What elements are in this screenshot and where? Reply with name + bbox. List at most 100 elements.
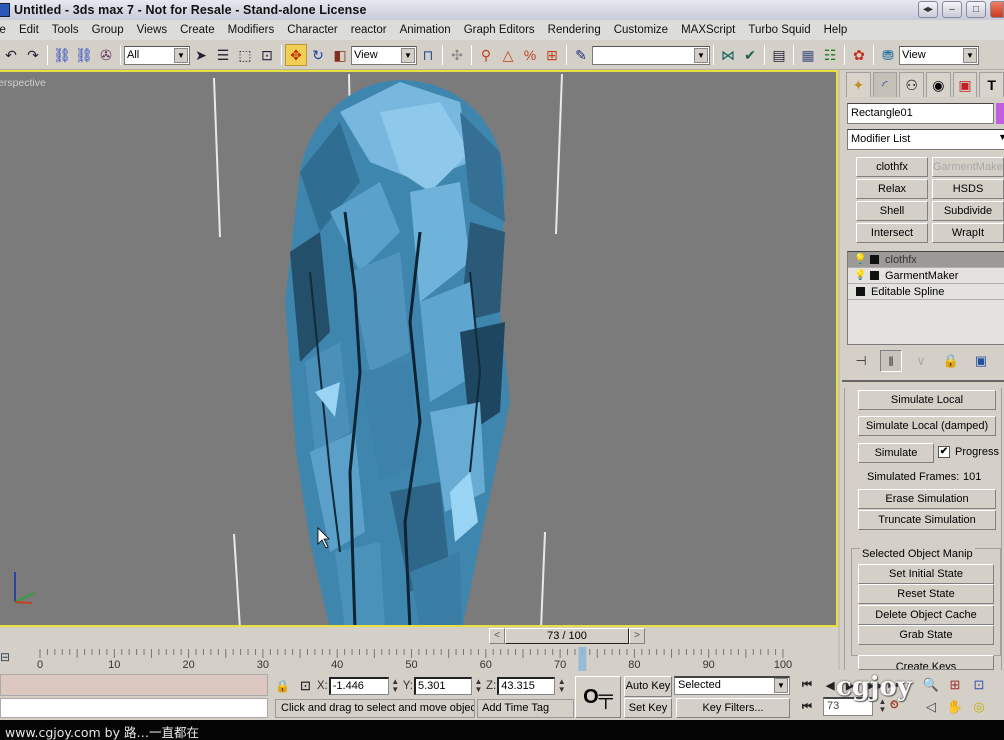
delete-object-cache-button[interactable]: Delete Object Cache <box>858 605 994 625</box>
menu-graph-editors[interactable]: Graph Editors <box>457 24 541 36</box>
progress-checkbox[interactable]: ✔ <box>938 446 950 458</box>
hsds-button[interactable]: HSDS <box>932 179 1004 199</box>
menu-create[interactable]: Create <box>174 24 222 36</box>
lightbulb-icon[interactable]: 💡 <box>854 270 866 281</box>
select-and-rotate-icon[interactable]: ↻ <box>307 44 329 66</box>
remove-modifier-icon[interactable]: 🔒 <box>940 350 962 372</box>
named-selection-dropdown[interactable]: ▼ <box>592 45 710 65</box>
redo-icon[interactable]: ↷ <box>22 44 44 66</box>
unlink-icon[interactable]: ⛓ <box>73 44 95 66</box>
modifier-list-dropdown[interactable]: Modifier List ▼ <box>847 129 1004 150</box>
utilities-tab-icon[interactable]: T <box>979 72 1004 97</box>
create-tab-icon[interactable]: ✦ <box>846 72 871 97</box>
pan-icon[interactable]: ✋ <box>946 698 964 716</box>
set-initial-state-button[interactable]: Set Initial State <box>858 564 994 584</box>
maxscript-listener-input[interactable] <box>0 674 268 696</box>
add-time-tag-button[interactable]: Add Time Tag <box>477 699 574 718</box>
snap-toggle-icon[interactable]: ⚲ <box>475 44 497 66</box>
reset-state-button[interactable]: Reset State <box>858 584 994 604</box>
intersect-button[interactable]: Intersect <box>856 223 928 243</box>
show-end-result-icon[interactable]: ‖ <box>880 350 902 372</box>
render-scene-icon[interactable]: ⛃ <box>877 44 899 66</box>
select-and-scale-icon[interactable]: ◧ <box>329 44 351 66</box>
object-name-field[interactable]: Rectangle01 <box>847 103 994 124</box>
menu-modifiers[interactable]: Modifiers <box>221 24 281 36</box>
next-frame-button[interactable]: > <box>629 628 645 644</box>
percent-snap-icon[interactable]: % <box>519 44 541 66</box>
prev-frame-button[interactable]: < <box>489 628 505 644</box>
auto-key-button[interactable]: Auto Key <box>624 676 672 697</box>
lock-selection-icon[interactable]: 🔒 <box>275 679 290 693</box>
pivot-center-icon[interactable]: ⊓ <box>417 44 439 66</box>
edit-named-selection-icon[interactable]: ✎ <box>570 44 592 66</box>
select-manipulate-icon[interactable]: ✣ <box>446 44 468 66</box>
set-keys-key-icon[interactable]: O╤ <box>575 676 621 718</box>
angle-snap-icon[interactable]: △ <box>497 44 519 66</box>
maximize-button[interactable]: □ <box>966 1 986 18</box>
viewport-label[interactable]: erspective <box>0 77 46 89</box>
z-coordinate-field[interactable]: 43.315 <box>497 677 556 695</box>
layer-manager-icon[interactable]: ▤ <box>768 44 790 66</box>
bind-space-warp-icon[interactable]: ✇ <box>95 44 117 66</box>
menu-animation[interactable]: Animation <box>393 24 457 36</box>
stack-item-editable-spline[interactable]: Editable Spline <box>848 284 1004 300</box>
undo-icon[interactable]: ↶ <box>0 44 22 66</box>
menu-turbo-squid[interactable]: Turbo Squid <box>742 24 817 36</box>
close-button[interactable] <box>990 1 1004 18</box>
erase-simulation-button[interactable]: Erase Simulation <box>858 489 996 509</box>
go-to-start-icon[interactable]: ⏮ <box>802 679 812 692</box>
y-coordinate-field[interactable]: 5.301 <box>413 677 472 695</box>
select-by-name-icon[interactable]: ☰ <box>212 44 234 66</box>
x-spinner[interactable]: ▲ ▼ <box>391 678 400 694</box>
menu-customize[interactable]: Customize <box>607 24 674 36</box>
expand-icon[interactable] <box>856 287 865 296</box>
schematic-view-icon[interactable]: ☷ <box>819 44 841 66</box>
x-coordinate-field[interactable]: -1.446 <box>328 677 389 695</box>
stack-item-clothfx[interactable]: 💡 clothfx <box>848 252 1004 268</box>
y-spinner[interactable]: ▲ ▼ <box>474 678 483 694</box>
key-mode-toggle-icon[interactable]: ⏮ <box>802 701 812 714</box>
lightbulb-icon[interactable]: 💡 <box>854 254 866 265</box>
previous-frame-icon[interactable]: ◀ <box>826 679 834 692</box>
track-bar[interactable]: ⊟ 0 10 20 30 40 50 60 70 80 90 100 <box>0 646 838 672</box>
garmentmaker-button[interactable]: GarmentMaker <box>932 157 1004 177</box>
reference-coordinate-dropdown[interactable]: View ▼ <box>351 45 417 65</box>
absolute-mode-icon[interactable]: ⊡ <box>300 678 311 694</box>
simulate-local-button[interactable]: Simulate Local <box>858 390 996 410</box>
spinner-snap-icon[interactable]: ⊞ <box>541 44 563 66</box>
zoom-icon[interactable]: 🔍 <box>922 676 940 694</box>
menu-maxscript[interactable]: MAXScript <box>675 24 742 36</box>
clothfx-button[interactable]: clothfx <box>856 157 928 177</box>
expand-icon[interactable] <box>870 271 879 280</box>
menu-tools[interactable]: Tools <box>45 24 85 36</box>
expand-icon[interactable] <box>870 255 879 264</box>
menu-file[interactable]: le <box>0 24 12 36</box>
create-keys-button[interactable]: Create Keys <box>858 655 994 670</box>
configure-modifier-sets-icon[interactable]: ▣ <box>970 350 992 372</box>
key-mode-dropdown[interactable]: Selected ▼ <box>674 676 790 695</box>
align-icon[interactable]: ✔ <box>739 44 761 66</box>
relax-button[interactable]: Relax <box>856 179 928 199</box>
grab-state-button[interactable]: Grab State <box>858 625 994 645</box>
selection-filter-dropdown[interactable]: All ▼ <box>124 45 190 65</box>
motion-tab-icon[interactable]: ◉ <box>926 72 951 97</box>
render-type-dropdown[interactable]: View ▼ <box>899 45 979 65</box>
select-object-icon[interactable]: ➤ <box>190 44 212 66</box>
menu-group[interactable]: Group <box>85 24 130 36</box>
modify-tab-icon[interactable]: ◜ <box>872 72 898 97</box>
simulate-local-damped-button[interactable]: Simulate Local (damped) <box>858 416 996 436</box>
zoom-extents-icon[interactable]: ⊡ <box>970 676 988 694</box>
simulate-button[interactable]: Simulate <box>858 443 934 463</box>
menu-views[interactable]: Views <box>130 24 173 36</box>
pin-stack-icon[interactable]: ⊣ <box>850 350 872 372</box>
shell-button[interactable]: Shell <box>856 201 928 221</box>
hierarchy-tab-icon[interactable]: ⚇ <box>899 72 925 97</box>
arc-rotate-icon[interactable]: ◎ <box>970 698 988 716</box>
time-slider-thumb[interactable]: 73 / 100 <box>505 628 629 644</box>
curve-editor-icon[interactable]: ▦ <box>797 44 819 66</box>
window-crossing-icon[interactable]: ⊡ <box>256 44 278 66</box>
restore-button[interactable]: ◂▸ <box>918 1 938 18</box>
subdivide-button[interactable]: Subdivide <box>932 201 1004 221</box>
select-and-move-icon[interactable]: ✥ <box>285 44 307 66</box>
minimize-button[interactable]: – <box>942 1 962 18</box>
